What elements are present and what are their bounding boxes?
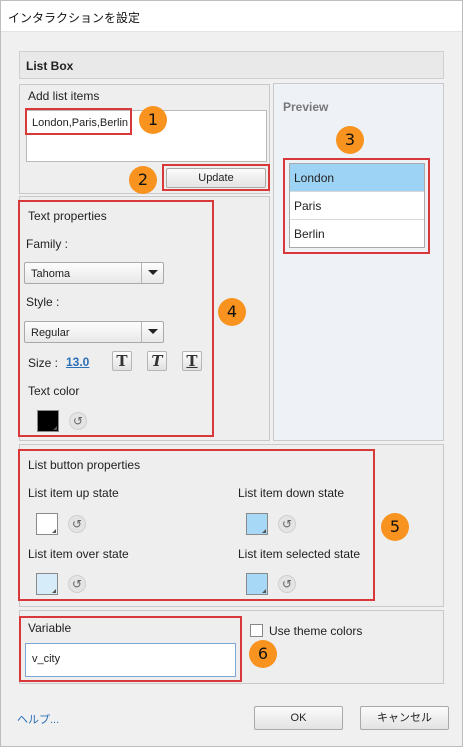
chevron-down-icon [141,263,163,283]
family-dropdown[interactable]: Tahoma [24,262,164,284]
preview-title: Preview [283,100,329,114]
family-label: Family : [26,237,68,251]
cancel-button[interactable]: キャンセル [360,706,449,730]
add-list-items-title: Add list items [28,89,100,103]
theme-colors-label: Use theme colors [269,624,363,638]
style-dropdown[interactable]: Regular [24,321,164,343]
down-state-swatch[interactable] [246,513,268,535]
reset-icon[interactable]: ↺ [278,515,296,533]
reset-icon[interactable]: ↺ [278,575,296,593]
selected-state-swatch[interactable] [246,573,268,595]
badge-5: 5 [381,513,409,541]
text-color-swatch[interactable] [37,410,59,432]
badge-3: 3 [336,126,364,154]
window-title: インタラクションを設定 [8,11,141,25]
theme-colors-checkbox[interactable] [250,624,263,637]
badge-2: 2 [129,166,157,194]
variable-input[interactable]: v_city [25,643,236,677]
heading-label: List Box [26,59,74,73]
over-state-label: List item over state [28,547,129,561]
bold-icon[interactable]: T [112,351,132,371]
up-state-swatch[interactable] [36,513,58,535]
badge-4: 4 [218,298,246,326]
chevron-down-icon [141,322,163,342]
text-properties-title: Text properties [28,209,107,223]
ok-button[interactable]: OK [254,706,343,730]
over-state-swatch[interactable] [36,573,58,595]
highlight-1 [25,108,132,135]
title-bar: インタラクションを設定 [0,0,463,32]
selected-state-label: List item selected state [238,547,361,561]
help-link[interactable]: ヘルプ... [17,711,59,727]
family-value: Tahoma [31,268,71,280]
highlight-4 [18,200,214,437]
style-value: Regular [31,327,70,339]
down-state-label: List item down state [238,486,345,500]
reset-icon[interactable]: ↺ [68,515,86,533]
reset-icon[interactable]: ↺ [69,412,87,430]
text-color-label: Text color [28,384,80,398]
badge-6: 6 [249,640,277,668]
up-state-label: List item up state [28,486,119,500]
size-value[interactable]: 13.0 [66,355,89,369]
underline-icon[interactable]: T [182,351,202,371]
style-label: Style : [26,295,60,309]
variable-value: v_city [32,653,61,665]
italic-icon[interactable]: T [147,351,167,371]
list-button-title: List button properties [28,458,141,472]
reset-icon[interactable]: ↺ [68,575,86,593]
variable-label: Variable [28,621,72,635]
badge-1: 1 [139,106,167,134]
list-box-heading: List Box [19,51,444,79]
highlight-2 [162,164,270,191]
highlight-3 [283,158,430,254]
size-label: Size : [28,356,59,370]
